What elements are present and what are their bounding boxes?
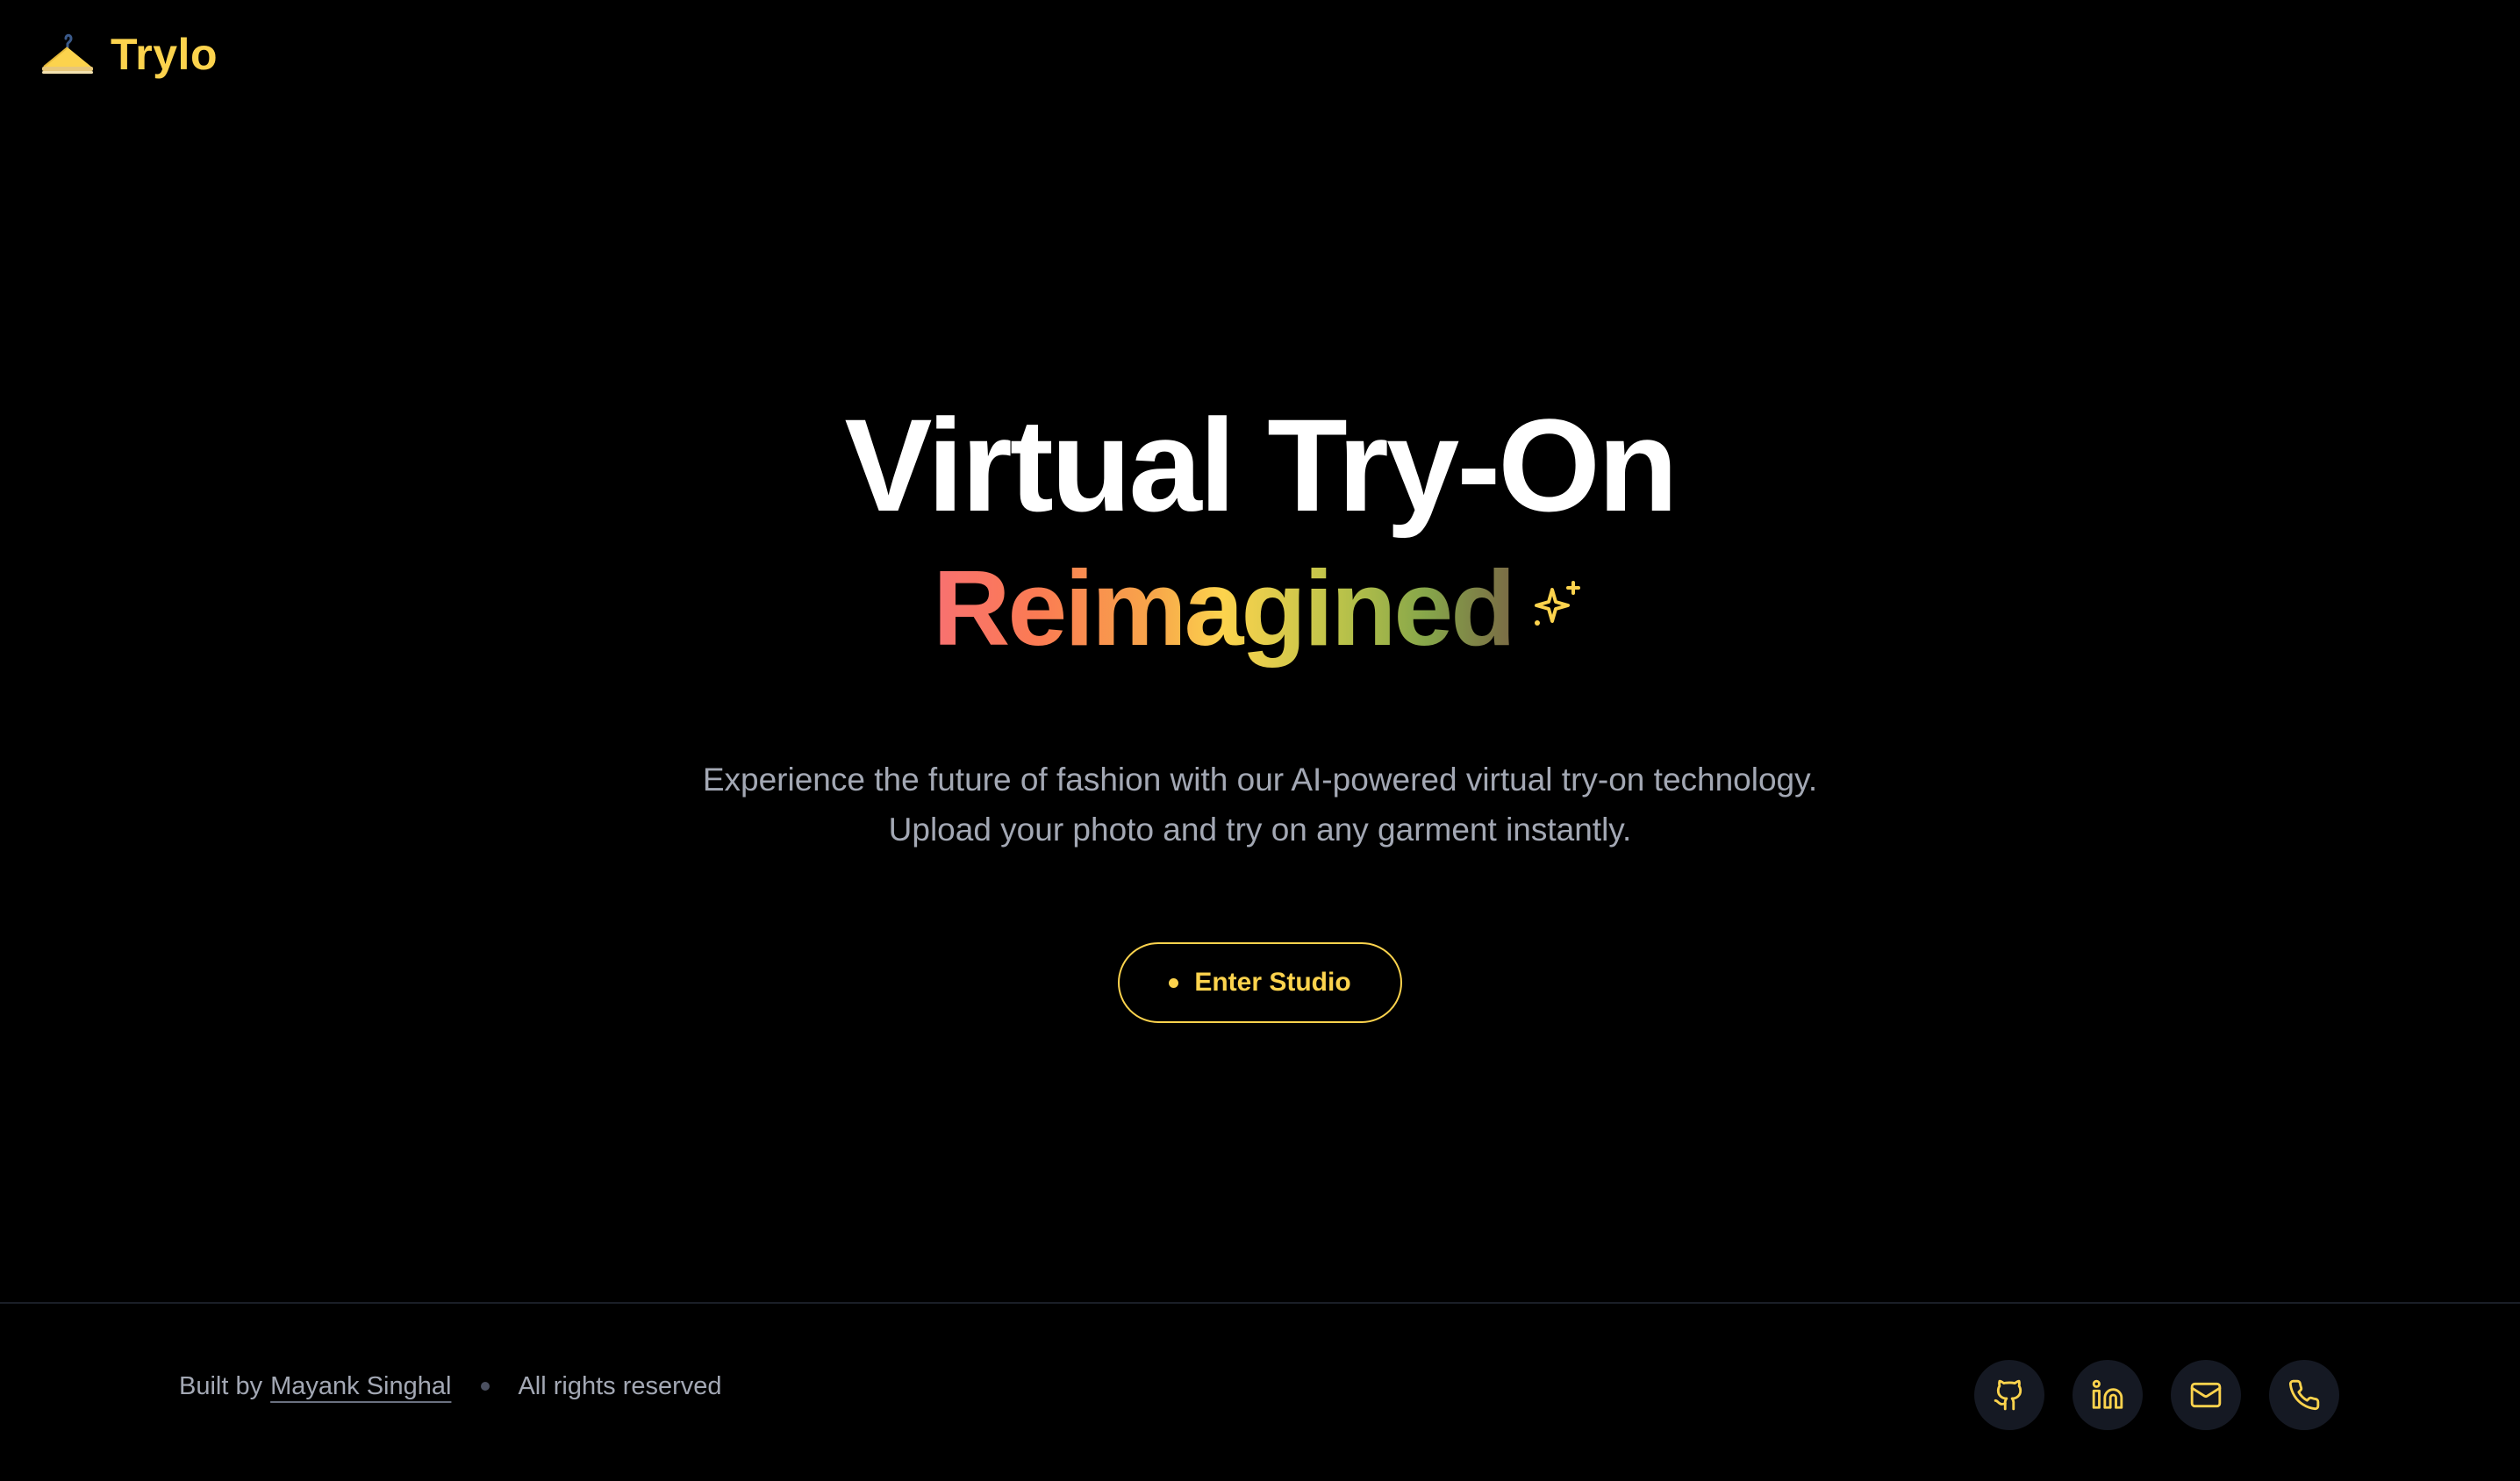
- social-links: [1974, 1360, 2339, 1430]
- hanger-icon: [42, 33, 93, 74]
- hero-subtitle: Reimagined: [933, 542, 1515, 674]
- enter-studio-button[interactable]: Enter Studio: [1118, 942, 1402, 1023]
- built-by-label: Built by: [179, 1371, 263, 1400]
- enter-studio-label: Enter Studio: [1194, 968, 1351, 997]
- footer-credits: Built by Mayank Singhal All rights reser…: [179, 1367, 722, 1406]
- cta-dot-icon: [1169, 977, 1179, 988]
- cta-wrapper: Enter Studio: [0, 942, 2520, 1023]
- email-button[interactable]: [2171, 1360, 2241, 1430]
- footer: Built by Mayank Singhal All rights reser…: [0, 1302, 2520, 1481]
- github-icon: [1994, 1379, 2022, 1411]
- hero-description: Experience the future of fashion with ou…: [0, 755, 2520, 855]
- hero-title: Virtual Try-On: [844, 391, 1678, 539]
- author-link[interactable]: Mayank Singhal: [270, 1372, 451, 1401]
- brand-logo[interactable]: Trylo: [39, 26, 218, 82]
- sparkle-icon: [1534, 581, 1580, 626]
- mail-icon: [2190, 1382, 2222, 1408]
- hero-subtitle-row: Reimagined: [0, 542, 2520, 674]
- hero-description-line-1: Experience the future of fashion with ou…: [702, 762, 1818, 798]
- github-button[interactable]: [1974, 1360, 2044, 1430]
- rights-text: All rights reserved: [518, 1371, 722, 1400]
- brand-name: Trylo: [111, 30, 218, 79]
- hero-section: Virtual Try-On Reimagined Experience the…: [0, 386, 2520, 1023]
- hero-description-line-2: Upload your photo and try on any garment…: [888, 812, 1632, 848]
- linkedin-button[interactable]: [2073, 1360, 2143, 1430]
- separator-dot: [481, 1382, 490, 1391]
- phone-button[interactable]: [2269, 1360, 2339, 1430]
- phone-icon: [2288, 1379, 2320, 1411]
- linkedin-icon: [2092, 1379, 2123, 1409]
